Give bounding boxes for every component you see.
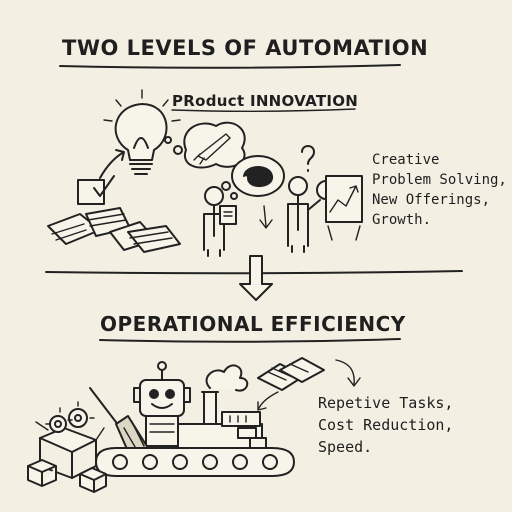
conveyor-belt-icon [95, 447, 295, 477]
innovation-description: Creative Problem Solving, New Offerings,… [372, 150, 507, 230]
efficiency-line: Cost Reduction, [318, 416, 454, 434]
efficiency-line: Speed. [318, 438, 373, 456]
arrow-icon [99, 149, 125, 179]
innovation-line: New Offerings, [372, 192, 491, 208]
innovation-line: Creative [372, 152, 440, 168]
thought-bubble-rocket-icon [164, 121, 246, 169]
efficiency-description: Repetive Tasks, Cost Reduction, Speed. [318, 392, 453, 458]
smoke-icon [205, 364, 249, 392]
growth-chart-icon [325, 175, 363, 241]
arrow-to-factory-icon [257, 391, 279, 411]
arrow-down-small-icon [259, 205, 273, 229]
efficiency-heading: OPERATIONAL EFFICIENCY [100, 312, 406, 336]
curved-arrow-icon [335, 359, 361, 387]
lightbulb-icon [103, 89, 181, 175]
title-underline [59, 64, 401, 69]
innovation-line: Growth. [372, 212, 432, 228]
factory-icon [177, 391, 267, 451]
paper-stack-icon [47, 175, 181, 253]
innovation-line: Problem Solving, [372, 172, 507, 188]
documents-icon [257, 357, 325, 391]
efficiency-underline [99, 338, 401, 343]
arrow-down-icon [239, 255, 273, 301]
innovation-heading: PRoduct INNOVATION [172, 92, 359, 110]
efficiency-line: Repetive Tasks, [318, 394, 454, 412]
